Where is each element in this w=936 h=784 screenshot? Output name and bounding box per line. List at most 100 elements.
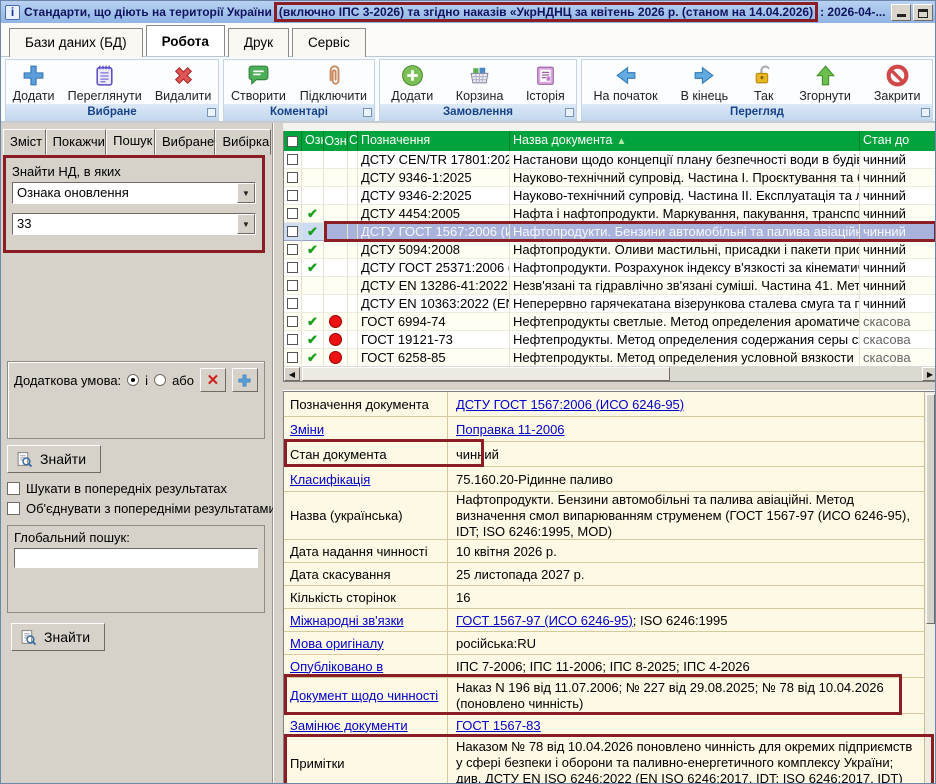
order-basket-button[interactable]: Корзина xyxy=(450,62,510,104)
header-designation[interactable]: Позначення xyxy=(358,131,510,151)
table-row[interactable]: ДСТУ EN 10363:2022 (ENНеперервно гарячек… xyxy=(284,295,936,313)
button-label: Переглянути xyxy=(68,89,142,103)
header-ozn2[interactable]: Озн xyxy=(324,131,348,151)
tab-service[interactable]: Сервіс xyxy=(292,28,366,57)
order-add-button[interactable]: Додати xyxy=(385,62,439,104)
header-document-name[interactable]: Назва документа▲ xyxy=(510,131,860,151)
row-checkbox[interactable] xyxy=(287,244,298,255)
radio-or[interactable] xyxy=(154,374,166,386)
detail-value: 16 xyxy=(448,586,924,608)
remove-condition-button[interactable]: ✕ xyxy=(200,368,226,392)
horizontal-scrollbar[interactable]: ◀ ▶ xyxy=(284,365,936,381)
chevron-down-icon[interactable]: ▼ xyxy=(237,214,255,234)
table-row[interactable]: ✔ДСТУ 5094:2008Нафтопродукти. Оливи маст… xyxy=(284,241,936,259)
row-checkbox[interactable] xyxy=(287,352,298,363)
table-row[interactable]: ДСТУ EN 13286-41:2022 (Незв'язані та гід… xyxy=(284,277,936,295)
search-value-combobox[interactable]: 33 ▼ xyxy=(12,213,256,235)
scroll-left-icon[interactable]: ◀ xyxy=(284,367,300,381)
chevron-down-icon[interactable]: ▼ xyxy=(237,183,255,203)
doc-code: ДСТУ EN 10363:2022 (EN xyxy=(358,295,510,313)
detail-label-link[interactable]: Класифікація xyxy=(290,472,370,487)
header-extra[interactable]: С xyxy=(348,131,358,151)
row-checkbox[interactable] xyxy=(287,298,298,309)
go-end-button[interactable]: В кінець xyxy=(675,62,735,104)
detail-value-link[interactable]: ДСТУ ГОСТ 1567:2006 (ИСО 6246-95) xyxy=(456,397,684,412)
scrollbar-thumb[interactable] xyxy=(302,367,670,381)
detail-value-link[interactable]: ГОСТ 1567-97 (ИСО 6246-95) xyxy=(456,613,633,628)
collapse-button[interactable]: Згорнути xyxy=(793,62,857,104)
detail-label-link[interactable]: Замінює документи xyxy=(290,718,408,733)
row-checkbox[interactable] xyxy=(287,334,298,345)
search-field-combobox[interactable]: Ознака оновлення ▼ xyxy=(12,182,256,204)
row-checkbox[interactable] xyxy=(287,190,298,201)
vertical-scrollbar[interactable] xyxy=(924,392,936,784)
detail-label-link[interactable]: Мова оригіналу xyxy=(290,636,384,651)
header-ozn1[interactable]: Озн xyxy=(302,131,324,151)
detail-label-link[interactable]: Документ щодо чинності xyxy=(290,688,438,703)
lock-toggle-button[interactable]: Так xyxy=(745,62,782,104)
global-find-button[interactable]: Знайти xyxy=(11,623,105,651)
comment-attach-button[interactable]: Підключити xyxy=(294,62,373,104)
merge-previous-checkbox[interactable] xyxy=(7,502,20,515)
close-button[interactable]: Закрити xyxy=(868,62,927,104)
table-row[interactable]: ✔ГОСТ 19121-73Нефтепродукты. Метод опред… xyxy=(284,331,936,349)
tab-print[interactable]: Друк xyxy=(228,28,289,57)
detail-value-link[interactable]: Поправка 11-2006 xyxy=(456,422,565,437)
dot-icon xyxy=(329,225,342,238)
table-row[interactable]: ДСТУ CEN/TR 17801:202:Настанови щодо кон… xyxy=(284,151,936,169)
sidebar-tab-content[interactable]: Зміст xyxy=(3,129,46,155)
row-checkbox[interactable] xyxy=(287,226,298,237)
row-checkbox[interactable] xyxy=(287,316,298,327)
detail-label-link[interactable]: Міжнародні зв'язки xyxy=(290,613,404,628)
sidebar-tab-index[interactable]: Покажчи xyxy=(46,129,107,155)
header-status[interactable]: Стан до xyxy=(860,131,936,151)
table-row[interactable]: ✔ДСТУ 4454:2005Нафта і нафтопродукти. Ма… xyxy=(284,205,936,223)
doc-name: Нафтопродукти. Розрахунок індексу в'язко… xyxy=(510,259,860,277)
favorites-add-button[interactable]: Додати xyxy=(7,62,61,104)
find-button[interactable]: Знайти xyxy=(7,445,101,473)
add-condition-button[interactable] xyxy=(232,368,258,392)
table-row[interactable]: ДСТУ 9346-2:2025Науково-технічний супров… xyxy=(284,187,936,205)
comment-create-button[interactable]: Створити xyxy=(225,62,292,104)
maximize-button[interactable] xyxy=(913,4,933,21)
row-checkbox[interactable] xyxy=(287,280,298,291)
favorites-delete-button[interactable]: Видалити xyxy=(149,62,218,104)
search-previous-checkbox[interactable] xyxy=(7,482,20,495)
sidebar-tab-selection[interactable]: Вибірка xyxy=(215,129,271,155)
table-row[interactable]: ✔ГОСТ 6994-74Нефтепродукты светлые. Мето… xyxy=(284,313,936,331)
detail-value-link[interactable]: ГОСТ 1567-83 xyxy=(456,718,541,733)
dialog-launcher-icon[interactable] xyxy=(207,108,216,117)
order-history-button[interactable]: Історія xyxy=(520,62,571,104)
row-checkbox[interactable] xyxy=(287,154,298,165)
detail-label-link[interactable]: Зміни xyxy=(290,422,324,437)
favorites-view-button[interactable]: Переглянути xyxy=(62,62,148,104)
radio-and[interactable] xyxy=(127,374,139,386)
dialog-launcher-icon[interactable] xyxy=(363,108,372,117)
row-checkbox[interactable] xyxy=(287,172,298,183)
minimize-button[interactable] xyxy=(891,4,911,21)
sidebar-tab-search[interactable]: Пошук xyxy=(106,129,155,155)
row-checkbox[interactable] xyxy=(287,208,298,219)
check-icon: ✔ xyxy=(302,313,324,331)
dialog-launcher-icon[interactable] xyxy=(921,108,930,117)
table-row[interactable]: ✔ДСТУ ГОСТ 25371:2006 (ІНафтопродукти. Р… xyxy=(284,259,936,277)
scroll-right-icon[interactable]: ▶ xyxy=(922,367,936,381)
vertical-splitter[interactable] xyxy=(273,123,283,784)
detail-label-link[interactable]: Опубліковано в xyxy=(290,659,383,674)
horizontal-splitter[interactable] xyxy=(283,381,936,391)
tab-databases[interactable]: Бази даних (БД) xyxy=(9,28,143,57)
button-label: Видалити xyxy=(155,89,212,103)
sidebar-tab-favorites[interactable]: Вибране xyxy=(155,129,215,155)
go-start-button[interactable]: На початок xyxy=(588,62,664,104)
dialog-launcher-icon[interactable] xyxy=(565,108,574,117)
doc-name: Незв'язані та гідравлічно зв'язані суміш… xyxy=(510,277,860,295)
row-checkbox[interactable] xyxy=(287,262,298,273)
table-row[interactable]: ДСТУ 9346-1:2025Науково-технічний супров… xyxy=(284,169,936,187)
doc-name: Нефтепродукты. Метод определения содержа… xyxy=(510,331,860,349)
tab-work[interactable]: Робота xyxy=(146,25,225,56)
table-row-selected[interactable]: ✔ДСТУ ГОСТ 1567:2006 (ИНафтопродукти. Бе… xyxy=(284,223,936,241)
global-search-input[interactable] xyxy=(14,548,258,568)
scrollbar-thumb[interactable] xyxy=(926,394,935,624)
header-select-all[interactable] xyxy=(284,131,302,151)
prohibition-icon xyxy=(885,63,910,88)
